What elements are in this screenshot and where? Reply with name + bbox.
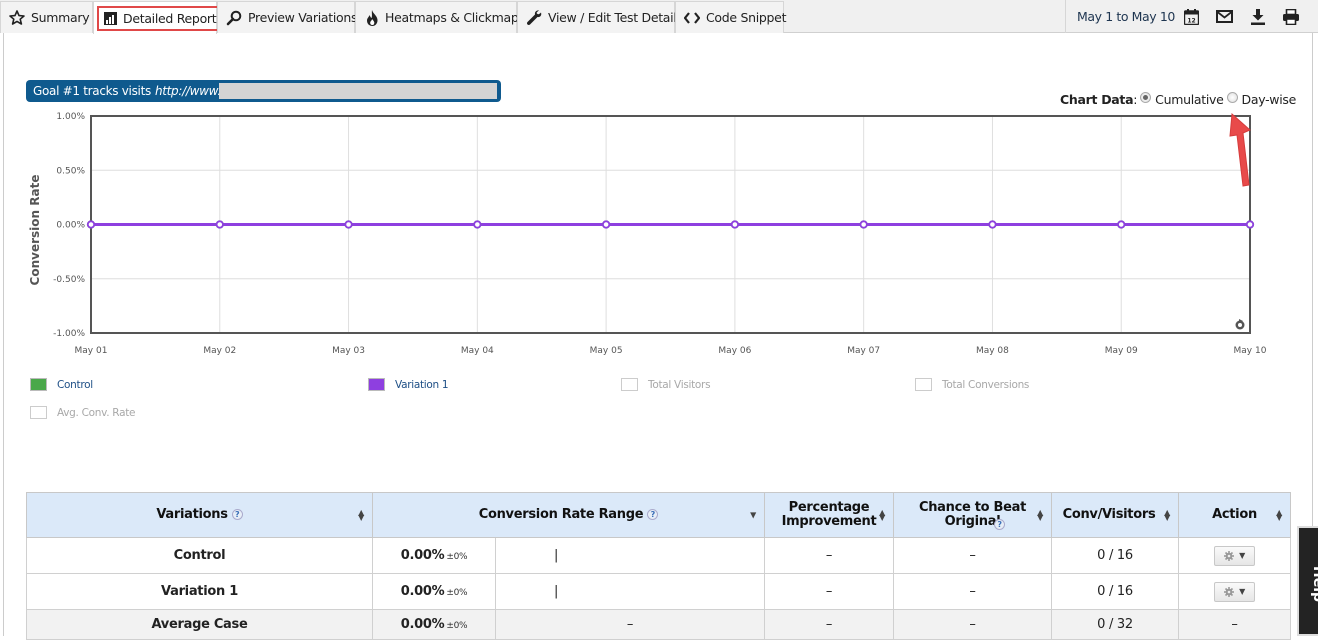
y-tick-label: 0.50% — [56, 166, 85, 176]
y-axis-ticks: 1.00% 0.50% 0.00% -0.50% -1.00% — [53, 112, 85, 339]
sort-icon[interactable]: ▲ ▼ — [1164, 509, 1170, 522]
legend-item-control[interactable]: Control — [30, 378, 93, 391]
legend-item-total-visitors[interactable]: Total Visitors — [621, 378, 711, 391]
legend-label: Avg. Conv. Rate — [57, 406, 136, 419]
y-axis-label: Conversion Rate — [28, 175, 42, 286]
x-tick-label: May 01 — [75, 346, 108, 356]
help-tab[interactable]: Help — [1297, 526, 1318, 636]
x-tick-label: May 05 — [590, 346, 623, 356]
gear-icon — [1224, 586, 1235, 597]
header-chance-to-beat-original[interactable]: Chance to Beat Original? ▲ ▼ — [893, 492, 1052, 538]
range-bar: – — [495, 609, 765, 640]
chance-to-beat: – — [893, 609, 1052, 640]
header-variations[interactable]: Variations? ▲ ▼ — [26, 492, 373, 538]
action-cell: – — [1178, 609, 1291, 640]
chevron-down-icon: ▼ — [1239, 551, 1245, 560]
table-row: Control 0.00% ±0% | – – 0 / 16 ▼ — [26, 537, 1291, 574]
sort-desc-icon[interactable]: ▼ — [750, 511, 756, 519]
sort-icon[interactable]: ▲ ▼ — [879, 509, 885, 522]
table-header-row: Variations? ▲ ▼ Conversion Rate Range? ▼ Pe… — [26, 492, 1291, 538]
header-conv-visitors[interactable]: Conv/Visitors ▲ ▼ — [1051, 492, 1179, 538]
action-menu-button[interactable]: ▼ — [1214, 545, 1255, 566]
legend-item-total-conversions[interactable]: Total Conversions — [915, 378, 1029, 391]
y-tick-label: 0.00% — [56, 221, 85, 231]
x-tick-label: May 10 — [1234, 346, 1267, 356]
legend-label: Variation 1 — [395, 378, 449, 391]
variation-name: Variation 1 — [26, 573, 373, 610]
reset-zoom-icon[interactable] — [1235, 319, 1245, 330]
data-point — [730, 220, 739, 229]
gear-icon — [1224, 550, 1235, 561]
help-icon[interactable]: ? — [647, 509, 659, 520]
table-row: Variation 1 0.00% ±0% | – – 0 / 16 ▼ — [26, 573, 1291, 610]
conversion-rate: 0.00% ±0% — [372, 573, 496, 610]
conv-visitors: 0 / 32 — [1051, 609, 1179, 640]
header-action[interactable]: Action ▲ ▼ — [1178, 492, 1291, 538]
action-menu-button[interactable]: ▼ — [1214, 581, 1255, 602]
data-point — [1117, 220, 1126, 229]
help-icon[interactable]: ? — [231, 509, 243, 520]
x-tick-label: May 03 — [332, 346, 365, 356]
data-point — [215, 220, 224, 229]
data-point — [344, 220, 353, 229]
data-point — [602, 220, 611, 229]
data-point — [1245, 220, 1255, 229]
y-tick-label: -1.00% — [53, 329, 85, 339]
legend-swatch — [30, 378, 47, 391]
y-tick-label: 1.00% — [56, 112, 85, 122]
data-point — [988, 220, 997, 229]
percentage-improvement: – — [764, 537, 894, 574]
legend-swatch — [915, 378, 932, 391]
range-bar: | — [495, 537, 765, 574]
legend-label: Total Visitors — [648, 378, 711, 391]
conv-visitors: 0 / 16 — [1051, 573, 1179, 610]
legend-swatch — [368, 378, 385, 391]
chance-to-beat: – — [893, 573, 1052, 610]
legend-label: Total Conversions — [942, 378, 1030, 391]
y-tick-label: -0.50% — [53, 275, 85, 285]
data-point — [859, 220, 868, 229]
chance-to-beat: – — [893, 537, 1052, 574]
x-tick-label: May 06 — [718, 346, 751, 356]
legend-swatch — [621, 378, 638, 391]
variation-name: Average Case — [26, 609, 373, 640]
sort-icon[interactable]: ▲ ▼ — [1276, 509, 1282, 522]
chart-series — [86, 220, 1255, 229]
percentage-improvement: – — [764, 573, 894, 610]
sort-icon[interactable]: ▲ ▼ — [1037, 509, 1043, 522]
data-point — [473, 220, 482, 229]
x-tick-label: May 04 — [461, 346, 494, 356]
conv-visitors: 0 / 16 — [1051, 537, 1179, 574]
legend-item-avg-conv-rate[interactable]: Avg. Conv. Rate — [30, 406, 135, 419]
legend-swatch — [30, 406, 47, 419]
legend-label: Control — [57, 378, 93, 391]
x-axis-ticks: May 01 May 02 May 03 May 04 May 05 May 06 May … — [75, 346, 1267, 356]
header-percentage-improvement[interactable]: Percentage Improvement ▲ ▼ — [764, 492, 894, 538]
sort-icon[interactable]: ▲ ▼ — [358, 509, 364, 522]
results-table: Variations? ▲ ▼ Conversion Rate Range? ▼ Pe… — [26, 492, 1291, 640]
red-arrow-annotation — [1229, 112, 1251, 187]
table-row-average: Average Case 0.00% ±0% – – – 0 / 32 – — [26, 609, 1291, 640]
chevron-down-icon: ▼ — [1239, 587, 1245, 596]
legend-item-variation-1[interactable]: Variation 1 — [368, 378, 449, 391]
variation-name: Control — [26, 537, 373, 574]
conversion-rate-chart: 1.00% 0.50% 0.00% -0.50% -1.00% May 01 May 02… — [28, 112, 1267, 356]
x-tick-label: May 08 — [976, 346, 1009, 356]
header-conversion-rate-range[interactable]: Conversion Rate Range? ▼ — [372, 492, 765, 538]
action-cell: ▼ — [1178, 537, 1291, 574]
help-icon[interactable]: ? — [994, 519, 1005, 530]
data-point — [86, 220, 96, 229]
x-tick-label: May 09 — [1105, 346, 1138, 356]
x-tick-label: May 07 — [847, 346, 880, 356]
percentage-improvement: – — [764, 609, 894, 640]
conversion-rate: 0.00% ±0% — [372, 537, 496, 574]
x-tick-label: May 02 — [203, 346, 236, 356]
action-cell: ▼ — [1178, 573, 1291, 610]
conversion-rate: 0.00% ±0% — [372, 609, 496, 640]
range-bar: | — [495, 573, 765, 610]
